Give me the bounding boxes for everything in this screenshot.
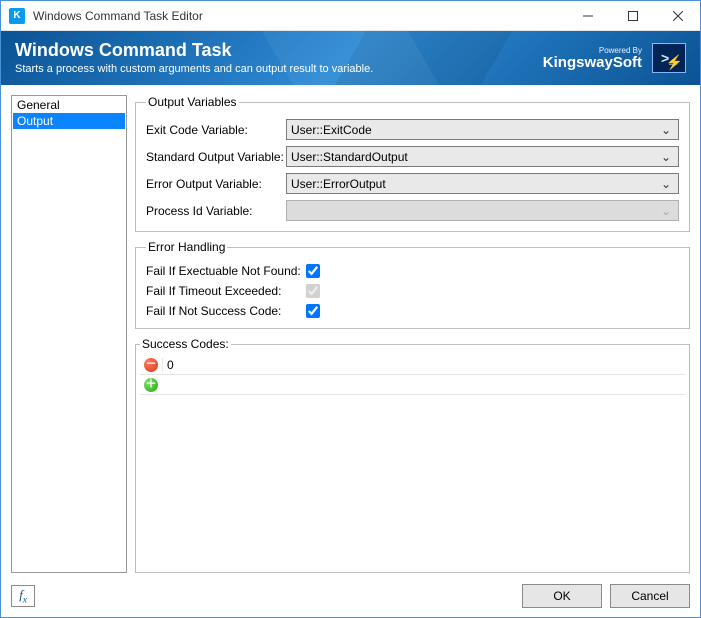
output-variables-group: Output Variables Exit Code Variable: Use… [135,95,690,232]
fail-not-success-label: Fail If Not Success Code: [146,304,306,318]
fail-exec-not-found-checkbox[interactable] [306,264,320,278]
stdout-value: User::StandardOutput [291,150,658,164]
cancel-button[interactable]: Cancel [610,584,690,608]
stderr-label: Error Output Variable: [146,177,286,191]
banner-subtitle: Starts a process with custom arguments a… [15,63,543,75]
success-code-add-row[interactable]: ＋ [140,375,685,395]
success-code-row[interactable]: － 0 [140,355,685,375]
success-codes-grid: － 0 ＋ [140,355,685,568]
lightning-icon: ⚡ [666,54,683,71]
pid-combo: ⌄ [286,200,679,221]
minimize-icon [583,11,593,21]
main-panel: Output Variables Exit Code Variable: Use… [135,95,690,573]
app-icon: K [9,8,25,24]
content-area: General Output Output Variables Exit Cod… [1,85,700,573]
footer: fx OK Cancel [1,573,700,617]
expression-editor-button[interactable]: fx [11,585,35,607]
stdout-combo[interactable]: User::StandardOutput ⌄ [286,146,679,167]
maximize-button[interactable] [610,1,655,31]
pid-label: Process Id Variable: [146,204,286,218]
brand-logo: Powered By KingswaySoft [543,47,642,70]
window-title: Windows Command Task Editor [33,9,565,23]
nav-item-output[interactable]: Output [13,113,125,129]
nav-item-general[interactable]: General [13,97,125,113]
remove-row-icon[interactable]: － [144,358,158,372]
powershell-icon: >_ ⚡ [652,43,686,73]
chevron-down-icon: ⌄ [658,150,674,164]
fail-exec-not-found-label: Fail If Exectuable Not Found: [146,264,306,278]
stderr-value: User::ErrorOutput [291,177,658,191]
fail-timeout-label: Fail If Timeout Exceeded: [146,284,306,298]
chevron-down-icon: ⌄ [658,177,674,191]
ok-button[interactable]: OK [522,584,602,608]
brand-name: KingswaySoft [543,55,642,70]
chevron-down-icon: ⌄ [658,204,674,218]
banner-title: Windows Command Task [15,41,543,61]
error-handling-legend: Error Handling [146,240,227,254]
maximize-icon [628,11,638,21]
chevron-down-icon: ⌄ [658,123,674,137]
fail-timeout-checkbox [306,284,320,298]
success-code-value[interactable]: 0 [162,358,685,372]
success-codes-group: Success Codes: － 0 ＋ [135,337,690,573]
exit-code-label: Exit Code Variable: [146,123,286,137]
nav-panel: General Output [11,95,127,573]
output-variables-legend: Output Variables [146,95,239,109]
titlebar: K Windows Command Task Editor [1,1,700,31]
close-icon [673,11,683,21]
banner: Windows Command Task Starts a process wi… [1,31,700,85]
stdout-label: Standard Output Variable: [146,150,286,164]
fx-icon: fx [19,587,27,605]
error-handling-group: Error Handling Fail If Exectuable Not Fo… [135,240,690,329]
success-codes-legend: Success Codes: [140,337,231,351]
add-row-icon[interactable]: ＋ [144,378,158,392]
fail-not-success-checkbox[interactable] [306,304,320,318]
minimize-button[interactable] [565,1,610,31]
stderr-combo[interactable]: User::ErrorOutput ⌄ [286,173,679,194]
exit-code-value: User::ExitCode [291,123,658,137]
close-button[interactable] [655,1,700,31]
exit-code-combo[interactable]: User::ExitCode ⌄ [286,119,679,140]
